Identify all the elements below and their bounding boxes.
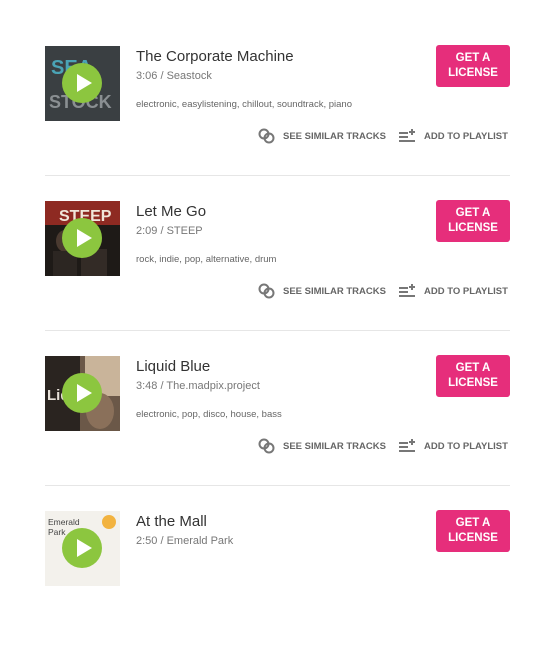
link-rings-icon	[258, 438, 275, 454]
license-label: LICENSE	[448, 532, 498, 544]
play-button[interactable]	[62, 528, 102, 568]
track-meta: 2:09 / STEEP	[136, 225, 203, 237]
get-license-button[interactable]: GET A LICENSE	[436, 200, 510, 242]
play-button[interactable]	[62, 63, 102, 103]
track-title[interactable]: Let Me Go	[136, 203, 206, 220]
add-to-playlist-label: ADD TO PLAYLIST	[424, 285, 508, 297]
album-thumbnail[interactable]: Emerald Park	[45, 511, 120, 586]
license-label: GET A	[455, 52, 491, 64]
add-to-playlist-label: ADD TO PLAYLIST	[424, 130, 508, 142]
link-rings-icon	[258, 283, 275, 299]
add-to-list-icon	[399, 129, 415, 142]
see-similar-label: SEE SIMILAR TRACKS	[283, 130, 386, 142]
track-meta: 3:06 / Seastock	[136, 70, 212, 82]
see-similar-tracks-button[interactable]: SEE SIMILAR TRACKS	[258, 128, 386, 144]
track-item: Liq Liquid Blue 3:48 / The.madpix.projec…	[45, 355, 510, 510]
play-button[interactable]	[62, 373, 102, 413]
play-button[interactable]	[62, 218, 102, 258]
track-title[interactable]: Liquid Blue	[136, 358, 210, 375]
see-similar-label: SEE SIMILAR TRACKS	[283, 440, 386, 452]
add-to-list-icon	[399, 284, 415, 297]
track-title[interactable]: The Corporate Machine	[136, 48, 294, 65]
license-label: GET A	[455, 207, 491, 219]
get-license-button[interactable]: GET A LICENSE	[436, 355, 510, 397]
track-tags: electronic, easylistening, chillout, sou…	[136, 99, 352, 110]
track-meta: 2:50 / Emerald Park	[136, 535, 234, 547]
track-item: Emerald Park At the Mall 2:50 / Emerald …	[45, 510, 510, 665]
license-label: GET A	[455, 362, 491, 374]
track-tags: electronic, pop, disco, house, bass	[136, 409, 282, 420]
get-license-button[interactable]: GET A LICENSE	[436, 510, 510, 552]
track-item: STEEP Let Me Go 2:09 / STEEP rock, indie…	[45, 200, 510, 355]
see-similar-tracks-button[interactable]: SEE SIMILAR TRACKS	[258, 283, 386, 299]
track-meta: 3:48 / The.madpix.project	[136, 380, 260, 392]
get-license-button[interactable]: GET A LICENSE	[436, 45, 510, 87]
license-label: LICENSE	[448, 377, 498, 389]
track-tags: rock, indie, pop, alternative, drum	[136, 254, 277, 265]
see-similar-tracks-button[interactable]: SEE SIMILAR TRACKS	[258, 438, 386, 454]
album-art-text: Emerald	[48, 517, 80, 527]
add-to-playlist-button[interactable]: ADD TO PLAYLIST	[399, 283, 508, 299]
see-similar-label: SEE SIMILAR TRACKS	[283, 285, 386, 297]
add-to-playlist-button[interactable]: ADD TO PLAYLIST	[399, 128, 508, 144]
add-to-playlist-label: ADD TO PLAYLIST	[424, 440, 508, 452]
album-thumbnail[interactable]: SEA STOCK	[45, 46, 120, 121]
album-thumbnail[interactable]: Liq	[45, 356, 120, 431]
album-art-text: Park	[48, 527, 66, 537]
album-thumbnail[interactable]: STEEP	[45, 201, 120, 276]
track-title[interactable]: At the Mall	[136, 513, 207, 530]
track-item: SEA STOCK The Corporate Machine 3:06 / S…	[45, 45, 510, 200]
link-rings-icon	[258, 128, 275, 144]
add-to-list-icon	[399, 439, 415, 452]
add-to-playlist-button[interactable]: ADD TO PLAYLIST	[399, 438, 508, 454]
license-label: LICENSE	[448, 222, 498, 234]
license-label: GET A	[455, 517, 491, 529]
track-list: SEA STOCK The Corporate Machine 3:06 / S…	[0, 0, 556, 586]
license-label: LICENSE	[448, 67, 498, 79]
